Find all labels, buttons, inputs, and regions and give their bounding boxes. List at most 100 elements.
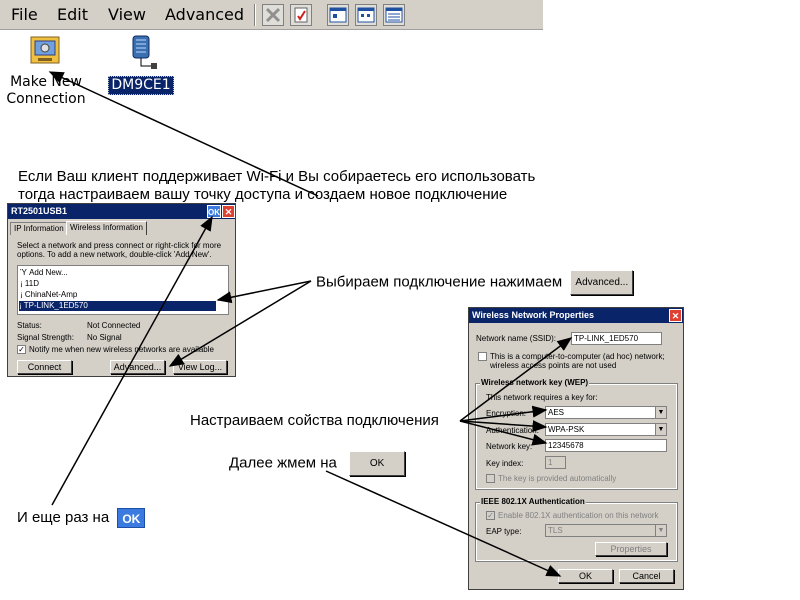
signal-strength-value: No Signal [87,333,122,342]
requires-key-label: This network requires a key for: [486,393,598,402]
dialog1-close-button[interactable]: ✕ [222,205,235,218]
network-item-label: ChinaNet-Amp [24,290,78,299]
notify-checkbox[interactable]: ✓ [17,345,26,354]
connect-button[interactable]: Connect [17,360,72,374]
instruction-configure: Настраиваем сойства подключения [190,412,439,429]
chevron-down-icon[interactable]: ▼ [655,424,666,435]
network-item-label: Add New... [29,268,68,277]
enable-8021x-label: Enable 802.1X authentication on this net… [498,511,659,520]
dialog2-title: Wireless Network Properties [472,310,594,320]
instruction-again-text: И еще раз на [17,509,110,526]
ssid-input[interactable]: TP-LINK_1ED570 [571,332,662,345]
wireless-network-properties-dialog: Wireless Network Properties ✕ Network na… [468,307,684,590]
status-label: Status: [17,321,42,330]
tab-wireless-information[interactable]: Wireless Information [66,221,147,235]
instruction-line-2: тогда настраиваем вашу точку доступа и с… [18,186,508,203]
make-new-connection-label-1: Make New [10,74,82,90]
ieee-group-label: IEEE 802.1X Authentication [480,497,586,506]
network-item-chinanet-amp[interactable]: ¡ ChinaNet-Amp [20,290,77,300]
details-view-button[interactable] [383,4,405,26]
rt2501usb1-dialog: RT2501USB1 OK ✕ IP Information Wireless … [7,203,236,377]
make-new-connection-shortcut[interactable]: Make New Connection [1,34,91,108]
dialog1-title: RT2501USB1 [11,206,68,216]
menu-bar: File Edit View Advanced [0,0,543,30]
encryption-value: AES [548,408,565,417]
instruction-then-text: Далее жмем на [229,454,337,472]
dialog2-ok-button[interactable]: OK [558,569,613,583]
large-icons-view-button[interactable] [327,4,349,26]
make-connection-icon [30,36,60,64]
authentication-value: WPA-PSK [548,425,585,434]
instruction-choose: Выбираем подключение нажимаем Advanced..… [316,270,634,295]
chevron-down-icon[interactable]: ▼ [655,525,666,536]
key-index-input[interactable]: 1 [545,456,566,469]
menu-file[interactable]: File [11,5,38,24]
signal-icon: ¡ [20,290,23,299]
network-item-11d[interactable]: ¡ 11D [20,279,39,289]
menu-edit[interactable]: Edit [57,5,88,24]
instruction-choose-text: Выбираем подключение нажимаем [316,273,563,291]
eap-type-label: EAP type: [486,527,522,536]
dm9ce1-connection-shortcut[interactable]: DM9CE1 [96,34,186,95]
instruction-line-1: Если Ваш клиент поддерживает Wi-Fi и Вы … [18,168,536,185]
network-item-label: TP-LINK_1ED570 [23,301,88,310]
small-icons-view-icon [357,7,375,23]
example-ok-button: OK [349,451,406,476]
desktop-window: File Edit View Advanced Make New Connect… [0,0,543,148]
details-view-icon [385,7,403,23]
network-adapter-icon [132,35,157,69]
example-advanced-button: Advanced... [570,270,634,295]
encryption-label: Encryption: [486,409,527,418]
menu-view[interactable]: View [108,5,146,24]
network-key-input[interactable]: 12345678 [545,439,667,452]
authentication-select[interactable]: WPA-PSK ▼ [545,423,667,436]
example-title-ok-button: OK [117,508,146,529]
adhoc-checkbox[interactable] [478,352,487,361]
dialog1-ok-button[interactable]: OK [207,205,221,218]
dialog2-titlebar: Wireless Network Properties ✕ [469,308,683,323]
signal-icon: ¡ [20,279,23,288]
chevron-down-icon[interactable]: ▼ [655,407,666,418]
small-icons-view-button[interactable] [355,4,377,26]
encryption-select[interactable]: AES ▼ [545,406,667,419]
antenna-icon: Ύ [20,268,27,277]
eap-type-select[interactable]: TLS ▼ [545,524,667,537]
signal-icon: ¡ [19,301,22,310]
status-value: Not Connected [87,321,141,330]
ssid-label: Network name (SSID): [476,334,557,343]
properties-icon [294,7,308,23]
wep-group-label: Wireless network key (WEP) [480,378,590,387]
properties-button[interactable] [290,4,312,26]
network-list[interactable]: Ύ Add New... ¡ 11D ¡ ChinaNet-Amp ¡ TP-L… [17,265,229,315]
dm9ce1-label: DM9CE1 [108,76,174,95]
delete-icon [265,7,281,23]
network-item-label: 11D [24,279,39,288]
large-icons-view-icon [329,7,347,23]
make-new-connection-label-2: Connection [6,91,86,107]
network-item-tp-link[interactable]: ¡ TP-LINK_1ED570 [19,301,216,311]
tab-ip-information[interactable]: IP Information [10,222,68,235]
enable-8021x-checkbox[interactable]: ✓ [486,511,495,520]
dialog1-titlebar: RT2501USB1 OK ✕ [8,204,235,219]
delete-button[interactable] [262,4,284,26]
dialog1-help-line-2: options. To add a new network, double-cl… [17,250,212,259]
signal-strength-label: Signal Strength: [17,333,74,342]
toolbar-separator [254,4,256,26]
advanced-button[interactable]: Advanced... [110,360,165,374]
menu-advanced[interactable]: Advanced [165,5,244,24]
eap-type-value: TLS [548,526,563,535]
auto-key-checkbox[interactable] [486,474,495,483]
instruction-then: Далее жмем на OK [229,451,406,476]
notify-label: Notify me when new wireless networks are… [29,345,214,354]
dialog2-close-button[interactable]: ✕ [669,309,682,322]
adhoc-label-2: wireless access points are not used [490,361,617,370]
properties-button[interactable]: Properties [595,542,667,556]
key-index-label: Key index: [486,459,524,468]
view-log-button[interactable]: View Log... [173,360,227,374]
network-item-add-new[interactable]: Ύ Add New... [20,268,68,278]
auto-key-label: The key is provided automatically [498,474,617,483]
dialog2-cancel-button[interactable]: Cancel [619,569,674,583]
instruction-again: И еще раз на OK [17,508,146,529]
network-key-label: Network key: [486,442,533,451]
authentication-label: Authentication: [486,426,539,435]
